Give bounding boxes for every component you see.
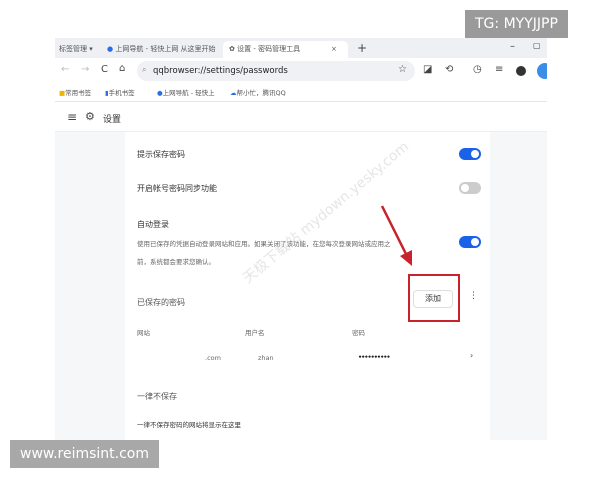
reload-icon[interactable]: C bbox=[101, 65, 108, 75]
auto-signin-toggle[interactable] bbox=[459, 236, 481, 248]
red-arrow-annotation bbox=[380, 205, 412, 266]
tab-settings[interactable]: ✿ 设置 - 密码管理工具 × bbox=[223, 41, 348, 58]
bookmark-folder-common[interactable]: ■ 常用书签 bbox=[59, 84, 91, 102]
row-username: zhan bbox=[258, 354, 274, 362]
bookmarks-bar: ■ 常用书签 ▮ 手机书签 ● 上网导航 - 轻快上 ☁ 帮小忙，腾讯QQ bbox=[55, 84, 547, 102]
hamburger-menu-icon[interactable]: ≡ bbox=[67, 111, 77, 123]
avatar[interactable] bbox=[516, 66, 526, 76]
back-icon[interactable]: ← bbox=[61, 65, 69, 75]
tab-label: 设置 - 密码管理工具 bbox=[237, 45, 301, 53]
sync-label: 开启帐号密码同步功能 bbox=[137, 184, 217, 193]
tab-bar: 标签管理 ▾ ● 上网导航 - 轻快上网 从这里开始 ✿ 设置 - 密码管理工具… bbox=[55, 38, 547, 58]
browser-window: 标签管理 ▾ ● 上网导航 - 轻快上网 从这里开始 ✿ 设置 - 密码管理工具… bbox=[55, 38, 547, 440]
auto-signin-desc-2: 前，系统都会要求您确认。 bbox=[137, 258, 215, 266]
highlight-box bbox=[408, 274, 460, 322]
offer-save-toggle[interactable] bbox=[459, 148, 481, 160]
saved-passwords-title: 已保存的密码 bbox=[137, 298, 185, 307]
row-password: •••••••••• bbox=[358, 353, 391, 361]
assistant-icon[interactable] bbox=[537, 63, 547, 79]
bookmark-folder-mobile[interactable]: ▮ 手机书签 bbox=[105, 84, 135, 102]
history-icon[interactable]: ◷ bbox=[473, 65, 482, 75]
close-tab-icon[interactable]: × bbox=[331, 41, 337, 58]
minimize-icon[interactable]: – bbox=[510, 42, 515, 52]
new-tab-icon[interactable]: + bbox=[357, 42, 367, 54]
search-icon: ⌕ bbox=[142, 65, 147, 74]
never-saved-title: 一律不保存 bbox=[137, 392, 177, 401]
never-saved-empty: 一律不保存密码的网站将显示在这里 bbox=[137, 421, 241, 429]
row-site: .com bbox=[205, 354, 221, 362]
sync-icon[interactable]: ⟲ bbox=[445, 65, 453, 75]
tab-navigation[interactable]: ● 上网导航 - 轻快上网 从这里开始 bbox=[107, 41, 216, 58]
bookmark-qq[interactable]: ☁ 帮小忙，腾讯QQ bbox=[230, 84, 286, 102]
top-watermark: TG: MYYJJPP bbox=[465, 10, 568, 38]
settings-main: 提示保存密码 开启帐号密码同步功能 自动登录 使用已保存的凭据自动登录网站和应用… bbox=[55, 132, 547, 440]
offer-save-label: 提示保存密码 bbox=[137, 150, 185, 159]
address-text: qqbrowser://settings/passwords bbox=[153, 66, 288, 76]
address-bar[interactable]: ⌕ qqbrowser://settings/passwords bbox=[137, 61, 415, 81]
column-site: 网站 bbox=[137, 329, 150, 337]
column-username: 用户名 bbox=[245, 329, 265, 337]
bottom-watermark: www.reimsint.com bbox=[10, 440, 160, 468]
home-icon[interactable]: ⌂ bbox=[119, 64, 125, 74]
column-password: 密码 bbox=[352, 329, 365, 337]
settings-gear-icon: ⚙ bbox=[85, 110, 95, 123]
chevron-right-icon[interactable]: › bbox=[470, 352, 473, 360]
sync-toggle[interactable] bbox=[459, 182, 481, 194]
page-title: 设置 bbox=[103, 115, 122, 125]
auto-signin-label: 自动登录 bbox=[137, 220, 169, 229]
star-icon[interactable]: ☆ bbox=[398, 65, 407, 75]
menu-icon[interactable]: ≡ bbox=[495, 65, 503, 75]
settings-header: ≡ ⚙ 设置 bbox=[55, 102, 547, 132]
extension-icon[interactable]: ◪ bbox=[423, 65, 432, 75]
bookmark-navigation[interactable]: ● 上网导航 - 轻快上 bbox=[157, 84, 215, 102]
gear-icon: ✿ bbox=[229, 45, 235, 53]
toolbar: ← → C ⌂ ⌕ qqbrowser://settings/passwords … bbox=[55, 58, 547, 84]
auto-signin-desc: 使用已保存的凭据自动登录网站和应用。如果关闭了该功能，在您每次登录网站或应用之 bbox=[137, 240, 391, 248]
password-row[interactable]: .com zhan •••••••••• › bbox=[125, 344, 490, 370]
more-options-icon[interactable]: ⋮ bbox=[469, 292, 478, 301]
forward-icon[interactable]: → bbox=[81, 65, 89, 75]
tab-label: 上网导航 - 轻快上网 从这里开始 bbox=[115, 45, 216, 53]
maximize-icon[interactable]: ▢ bbox=[533, 42, 541, 50]
tab-group-manager[interactable]: 标签管理 ▾ bbox=[59, 41, 93, 58]
